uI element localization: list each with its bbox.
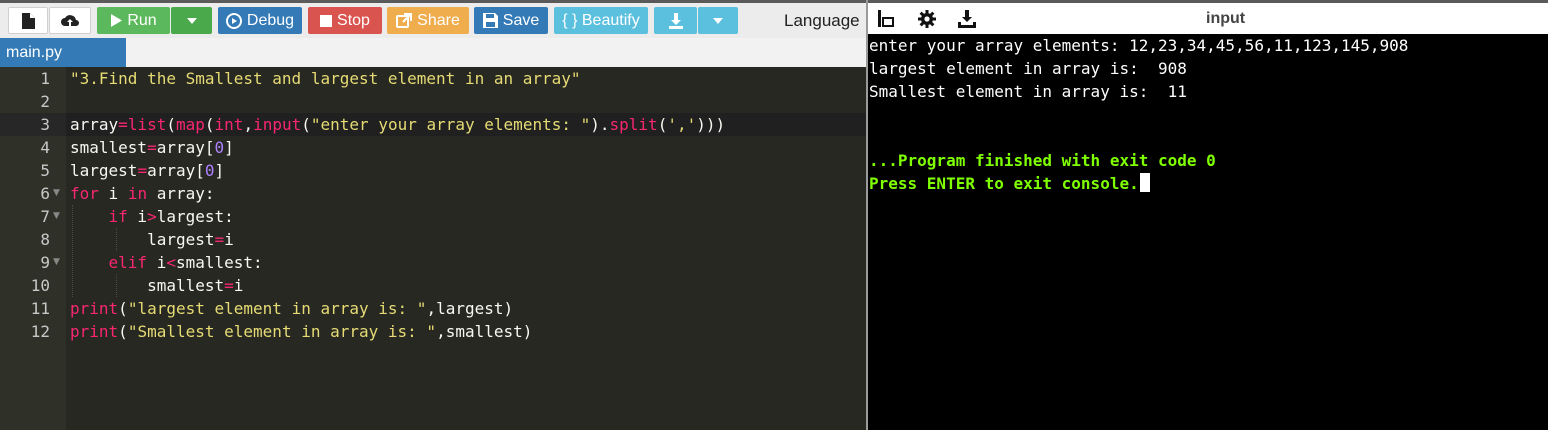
new-file-button[interactable]	[8, 7, 48, 34]
console-line: enter your array elements: 12,23,34,45,5…	[869, 36, 1409, 55]
fold-arrow-icon[interactable]: ▼	[53, 182, 60, 205]
floppy-disk-icon	[482, 13, 498, 28]
line-number: 6	[40, 184, 50, 203]
upload-button[interactable]	[49, 7, 91, 34]
press-enter-text: Press ENTER to exit console.	[869, 174, 1139, 193]
code-editor[interactable]: 1 2 3 4 5 6 7 8 9 10 11 12 ▼ ▼ ▼ "3.Find…	[0, 67, 866, 430]
debug-icon	[225, 12, 242, 29]
code-line: elif i<smallest:	[108, 253, 263, 272]
console-line: Smallest element in array is: 11	[869, 82, 1187, 101]
fold-arrow-icon[interactable]: ▼	[53, 251, 60, 274]
share-label: Share	[417, 12, 460, 29]
code-line: print("largest element in array is: ",la…	[70, 299, 514, 318]
download-options-dropdown[interactable]	[698, 7, 738, 34]
line-number: 3	[40, 115, 50, 134]
editor-tab-bar: main.py	[0, 38, 866, 67]
gear-icon[interactable]	[918, 10, 936, 33]
language-selector[interactable]: Language	[784, 11, 860, 31]
line-number: 1	[40, 69, 50, 88]
debug-button[interactable]: Debug	[218, 7, 302, 34]
run-label: Run	[127, 12, 157, 29]
share-button[interactable]: Share	[387, 7, 469, 34]
stop-icon	[320, 14, 333, 27]
text-cursor	[1139, 173, 1150, 192]
stop-label: Stop	[337, 12, 370, 29]
line-number: 8	[40, 230, 50, 249]
console-header: input	[868, 3, 1548, 34]
exit-code-message: ...Program finished with exit code 0	[869, 151, 1216, 170]
download-icon	[668, 12, 684, 29]
line-number: 7	[40, 207, 50, 226]
code-line: largest=i	[70, 230, 234, 249]
press-enter-message: Press ENTER to exit console.	[869, 172, 1150, 195]
line-number: 10	[30, 276, 50, 295]
layout-toggle-icon[interactable]	[878, 10, 894, 32]
line-number: 11	[30, 299, 50, 318]
fold-arrow-icon[interactable]: ▼	[53, 205, 60, 228]
line-number: 9	[40, 253, 50, 272]
download-button[interactable]	[654, 7, 697, 34]
caret-down-icon	[186, 17, 197, 24]
line-number: 4	[40, 138, 50, 157]
run-button[interactable]: Run	[97, 7, 170, 34]
line-number: 2	[40, 92, 50, 111]
file-icon	[21, 12, 35, 29]
code-line: largest=array[0]	[70, 161, 225, 180]
code-line: print("Smallest element in array is: ",s…	[70, 322, 533, 341]
code-line: smallest=i	[70, 276, 244, 295]
run-options-dropdown[interactable]	[171, 7, 212, 34]
share-icon	[396, 13, 413, 28]
beautify-label: { } Beautify	[562, 12, 640, 29]
debug-label: Debug	[246, 12, 295, 29]
caret-down-icon	[713, 17, 723, 24]
console-line: largest element in array is: 908	[869, 59, 1187, 78]
cloud-upload-icon	[60, 13, 80, 29]
line-number: 5	[40, 161, 50, 180]
play-icon	[110, 14, 123, 27]
tab-main-py[interactable]: main.py	[0, 38, 126, 67]
save-button[interactable]: Save	[474, 7, 548, 34]
download-output-icon[interactable]	[958, 10, 976, 33]
code-line: for i in array:	[70, 184, 215, 203]
code-line: smallest=array[0]	[70, 138, 234, 157]
save-label: Save	[502, 12, 540, 29]
stop-button[interactable]: Stop	[308, 7, 382, 34]
toolbar: Run Debug Stop Share Save { } Beautify L…	[0, 0, 866, 38]
code-line: "3.Find the Smallest and largest element…	[70, 69, 581, 88]
code-line: array=list(map(int,input("enter your arr…	[70, 115, 726, 134]
beautify-button[interactable]: { } Beautify	[554, 7, 648, 34]
code-line: if i>largest:	[108, 207, 234, 226]
line-number: 12	[30, 322, 50, 341]
console-output[interactable]: enter your array elements: 12,23,34,45,5…	[868, 34, 1548, 430]
